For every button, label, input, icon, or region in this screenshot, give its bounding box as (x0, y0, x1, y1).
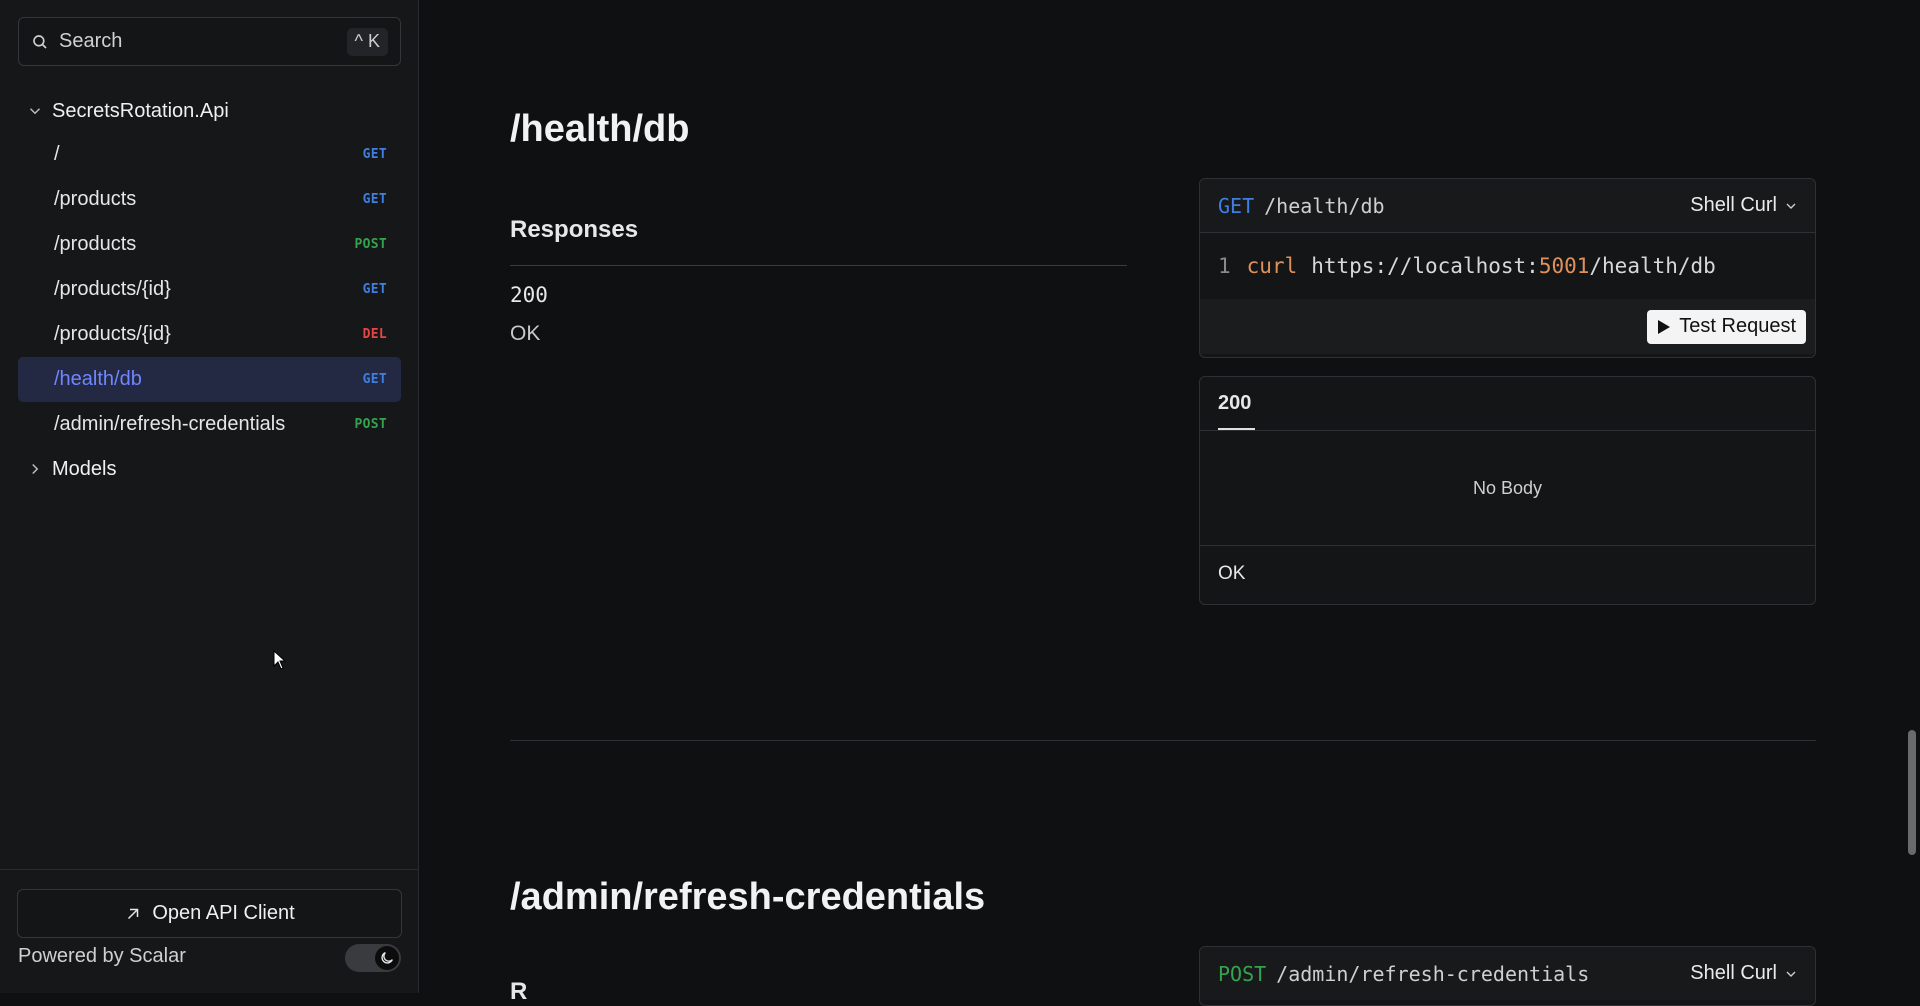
method-badge: POST (354, 417, 387, 432)
chevron-down-icon (1786, 203, 1796, 209)
code-url-prefix: https://localhost: (1311, 254, 1539, 278)
method-badge: DEL (362, 327, 387, 342)
sidebar-item-label: /products/{id} (54, 278, 171, 300)
sidebar-item-products-id-delete[interactable]: /products/{id} DEL (18, 312, 401, 357)
language-select[interactable]: Shell Curl (1690, 194, 1799, 217)
group-models[interactable]: Models (18, 447, 401, 491)
open-api-client-label: Open API Client (152, 902, 295, 924)
request-example-card-2: POST/admin/refresh-credentials Shell Cur… (1199, 946, 1816, 1006)
play-icon (1658, 319, 1671, 334)
sidebar-item-products-post[interactable]: /products POST (18, 222, 401, 267)
responses-heading: Responses (510, 216, 639, 243)
open-api-client-button[interactable]: Open API Client (17, 889, 402, 938)
language-label: Shell Curl (1690, 194, 1777, 216)
nav-tree: SecretsRotation.Api / GET /products GET … (18, 90, 401, 491)
code-command: curl (1246, 254, 1298, 278)
section-title-admin-refresh: /admin/refresh-credentials (510, 876, 986, 918)
dark-mode-toggle[interactable] (345, 944, 401, 972)
search-box[interactable]: ^ K (18, 17, 401, 66)
language-label-2: Shell Curl (1690, 962, 1777, 984)
request-example-card: GET/health/db Shell Curl 1 curl https://… (1199, 178, 1816, 358)
group-secretsrotation-api[interactable]: SecretsRotation.Api (18, 90, 401, 132)
request-card-header: GET/health/db Shell Curl (1200, 179, 1815, 233)
tab-underline (1218, 428, 1255, 430)
arrow-up-right-icon (128, 908, 139, 919)
main-content: /health/db Responses 200 OK GET/health/d… (420, 0, 1900, 1006)
method-badge: GET (362, 282, 387, 297)
code-url-path: /health/db (1589, 254, 1716, 278)
sidebar-item-label: /products (54, 233, 137, 255)
sidebar-item-products-id-get[interactable]: /products/{id} GET (18, 267, 401, 312)
test-request-button[interactable]: Test Request (1647, 309, 1806, 344)
models-label: Models (52, 457, 117, 480)
response-body: No Body (1200, 431, 1815, 546)
language-select-2[interactable]: Shell Curl (1690, 962, 1799, 985)
request-card-header-2: POST/admin/refresh-credentials Shell Cur… (1200, 947, 1815, 1000)
request-method-2: POST (1218, 961, 1267, 986)
sidebar-item-label: /products (54, 188, 137, 210)
sidebar-item-label: /health/db (54, 368, 142, 390)
search-shortcut: ^ K (346, 27, 388, 56)
section-divider (510, 740, 1816, 741)
code-snippet[interactable]: 1 curl https://localhost: 5001/health/db (1200, 233, 1815, 299)
sidebar-item-root-get[interactable]: / GET (18, 132, 401, 177)
request-path-2: POST/admin/refresh-credentials (1218, 962, 1589, 986)
response-description: OK (510, 322, 541, 345)
sidebar-item-label: /products/{id} (54, 323, 171, 345)
request-path-text: /health/db (1264, 193, 1385, 218)
chevron-right-icon (32, 463, 39, 475)
moon-icon (375, 946, 399, 970)
method-badge: GET (362, 147, 387, 162)
response-footer: OK (1218, 563, 1246, 584)
search-input[interactable] (57, 29, 347, 54)
tab-200[interactable]: 200 (1200, 377, 1815, 431)
page-scrollbar[interactable] (1900, 0, 1920, 993)
sidebar-item-health-db-get[interactable]: /health/db GET (18, 357, 401, 402)
sidebar: ^ K SecretsRotation.Api / GET /products … (0, 0, 419, 993)
search-icon (33, 34, 47, 49)
tab-200-label: 200 (1218, 392, 1252, 414)
method-badge: GET (362, 192, 387, 207)
mouse-cursor-icon (273, 650, 287, 670)
chevron-down-icon (29, 108, 41, 115)
sidebar-footer: Open API Client Powered by Scalar (0, 869, 418, 993)
scrollbar-thumb[interactable] (1908, 730, 1916, 855)
sidebar-item-label: /admin/refresh-credentials (54, 413, 286, 435)
method-badge: GET (362, 372, 387, 387)
method-badge: POST (354, 237, 387, 252)
section-title-health-db: /health/db (510, 108, 690, 150)
response-example-card: 200 No Body OK (1199, 376, 1816, 605)
group-title: SecretsRotation.Api (52, 99, 229, 122)
line-number: 1 (1218, 254, 1231, 278)
response-code: 200 (510, 283, 548, 307)
sidebar-item-admin-refresh-post[interactable]: /admin/refresh-credentials POST (18, 402, 401, 447)
request-path: GET/health/db (1218, 194, 1385, 218)
code-url-port: 5001 (1538, 254, 1590, 278)
divider (510, 265, 1127, 266)
test-request-label: Test Request (1679, 315, 1796, 337)
responses-heading-partial: R (510, 978, 528, 1005)
sidebar-item-products-get[interactable]: /products GET (18, 177, 401, 222)
powered-by-text: Powered by Scalar (18, 945, 186, 967)
request-method: GET (1218, 193, 1255, 218)
sidebar-item-label: / (54, 143, 60, 165)
request-path-text-2: /admin/refresh-credentials (1276, 961, 1590, 986)
request-card-actions: Test Request (1200, 299, 1815, 354)
chevron-down-icon (1786, 971, 1796, 977)
